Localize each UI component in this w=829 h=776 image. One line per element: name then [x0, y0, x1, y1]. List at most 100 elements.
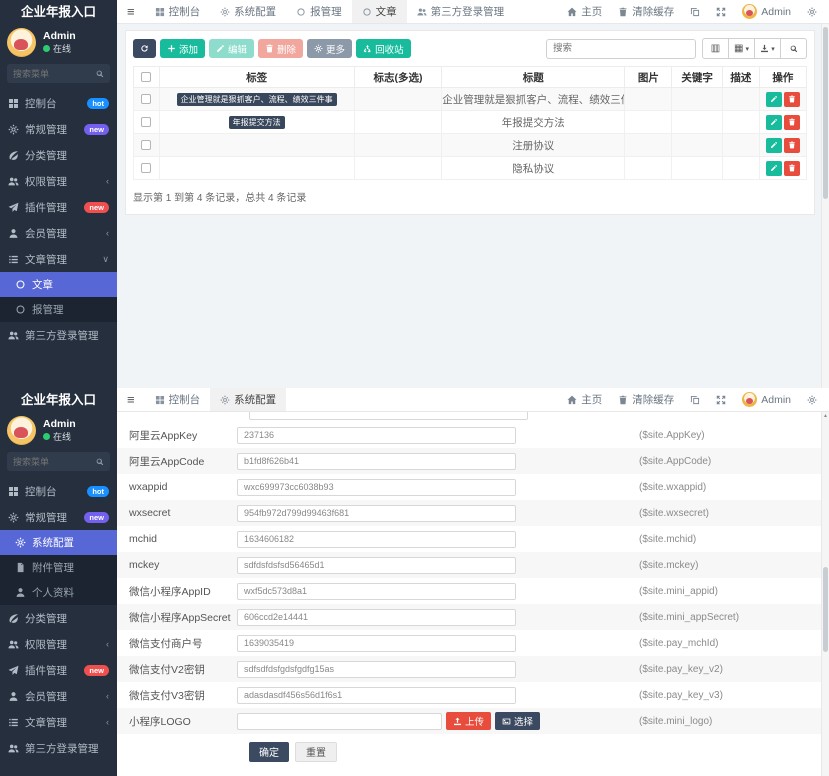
column-header: 关键字 [672, 67, 722, 88]
field-input[interactable] [237, 505, 516, 522]
avatar[interactable] [7, 416, 36, 445]
field-input[interactable] [237, 635, 516, 652]
user-menu[interactable]: Admin [734, 388, 799, 411]
scrollbar[interactable]: ▲ [821, 412, 829, 776]
reset-button[interactable]: 重置 [295, 742, 337, 762]
sidebar-item[interactable]: 常规管理new [0, 504, 117, 530]
menu-toggle-icon[interactable]: ≡ [117, 388, 145, 411]
delete-row-button[interactable] [784, 138, 800, 153]
field-input[interactable] [237, 557, 516, 574]
column-header: 描述 [722, 67, 759, 88]
sidebar-subitem[interactable]: 附件管理 [0, 555, 117, 580]
clear-cache-link[interactable]: 清除缓存 [610, 388, 682, 411]
row-select-cell [134, 111, 160, 134]
upload-button[interactable]: 上传 [446, 712, 491, 730]
nav-tab[interactable]: 报管理 [286, 0, 352, 23]
nav-tab[interactable]: 第三方登录管理 [407, 0, 515, 23]
field-input[interactable] [237, 479, 516, 496]
clone-tab-button[interactable] [682, 0, 708, 23]
pencil-icon [770, 164, 778, 172]
search-button[interactable] [780, 38, 807, 59]
row-checkbox[interactable] [141, 140, 151, 150]
clipped-form-row [117, 412, 829, 422]
sidebar-subitem[interactable]: 个人资料 [0, 580, 117, 605]
more-button[interactable]: 更多 [307, 39, 352, 58]
sidebar-item[interactable]: 会员管理‹ [0, 220, 117, 246]
scrollbar[interactable] [821, 24, 829, 388]
choose-button[interactable]: 选择 [495, 712, 540, 730]
sidebar-item[interactable]: 插件管理new [0, 194, 117, 220]
edit-row-button[interactable] [766, 115, 782, 130]
sidebar-item[interactable]: 权限管理‹ [0, 631, 117, 657]
sidebar-subitem[interactable]: 文章 [0, 272, 117, 297]
edit-row-button[interactable] [766, 161, 782, 176]
edit-button[interactable]: 编辑 [209, 39, 254, 58]
sidebar-item[interactable]: 控制台hot [0, 478, 117, 504]
refresh-button[interactable] [133, 39, 156, 58]
toggle-view-button[interactable]: ▥ [702, 38, 729, 59]
export-button[interactable]: ▾ [754, 38, 781, 59]
field-input[interactable] [237, 583, 516, 600]
tag-badge: 年报提交方法 [229, 116, 285, 129]
field-input[interactable] [237, 661, 516, 678]
add-button[interactable]: 添加 [160, 39, 205, 58]
home-link[interactable]: 主页 [559, 0, 610, 23]
scrollbar-thumb[interactable] [823, 27, 828, 199]
sidebar-search-input[interactable] [13, 69, 95, 79]
sidebar-search-input[interactable] [13, 457, 95, 467]
user-menu[interactable]: Admin [734, 0, 799, 23]
row-checkbox[interactable] [141, 163, 151, 173]
table-search-input[interactable] [546, 39, 696, 59]
delete-row-button[interactable] [784, 161, 800, 176]
sidebar-item[interactable]: 分类管理 [0, 142, 117, 168]
sidebar-item[interactable]: 控制台hot [0, 90, 117, 116]
nav-tab[interactable]: 文章 [352, 0, 407, 23]
menu-toggle-icon[interactable]: ≡ [117, 0, 145, 23]
avatar[interactable] [7, 28, 36, 57]
sidebar-subitem[interactable]: 报管理 [0, 297, 117, 322]
sidebar-item[interactable]: 会员管理‹ [0, 683, 117, 709]
sidebar-item[interactable]: 文章管理∨ [0, 246, 117, 272]
select-all-checkbox[interactable] [141, 72, 151, 82]
nav-tab[interactable]: 控制台 [145, 388, 211, 411]
clone-tab-button[interactable] [682, 388, 708, 411]
nav-tab[interactable]: 系统配置 [210, 388, 286, 411]
field-input[interactable] [237, 687, 516, 704]
nav-tab[interactable]: 控制台 [145, 0, 211, 23]
clear-cache-link[interactable]: 清除缓存 [610, 0, 682, 23]
field-input[interactable] [237, 531, 516, 548]
sidebar-item[interactable]: 常规管理new [0, 116, 117, 142]
home-link[interactable]: 主页 [559, 388, 610, 411]
clipped-input[interactable] [249, 412, 528, 420]
delete-button[interactable]: 删除 [258, 39, 303, 58]
columns-button[interactable]: ▦▾ [728, 38, 755, 59]
mini-logo-input[interactable] [237, 713, 442, 730]
field-input[interactable] [237, 609, 516, 626]
keywords-cell [672, 111, 722, 134]
scroll-up-arrow-icon[interactable]: ▲ [822, 412, 829, 420]
submit-button[interactable]: 确定 [249, 742, 289, 762]
edit-row-button[interactable] [766, 138, 782, 153]
field-input[interactable] [237, 427, 516, 444]
sidebar-item[interactable]: 第三方登录管理 [0, 322, 117, 348]
scrollbar-thumb[interactable] [823, 567, 828, 652]
sidebar-item[interactable]: 插件管理new [0, 657, 117, 683]
delete-row-button[interactable] [784, 115, 800, 130]
row-checkbox[interactable] [141, 117, 151, 127]
field-input[interactable] [237, 453, 516, 470]
sidebar-item[interactable]: 权限管理‹ [0, 168, 117, 194]
fullscreen-button[interactable] [708, 0, 734, 23]
sidebar-subitem[interactable]: 系统配置 [0, 530, 117, 555]
sidebar-item[interactable]: 第三方登录管理 [0, 735, 117, 761]
recycle-bin-button[interactable]: 回收站 [356, 39, 411, 58]
delete-row-button[interactable] [784, 92, 800, 107]
row-checkbox[interactable] [141, 94, 151, 104]
sidebar-item[interactable]: 文章管理‹ [0, 709, 117, 735]
cogs-button[interactable] [799, 0, 825, 23]
cogs-button[interactable] [799, 388, 825, 411]
fullscreen-button[interactable] [708, 388, 734, 411]
edit-row-button[interactable] [766, 92, 782, 107]
sidebar-item-label: 常规管理 [25, 122, 67, 137]
nav-tab[interactable]: 系统配置 [210, 0, 286, 23]
sidebar-item[interactable]: 分类管理 [0, 605, 117, 631]
